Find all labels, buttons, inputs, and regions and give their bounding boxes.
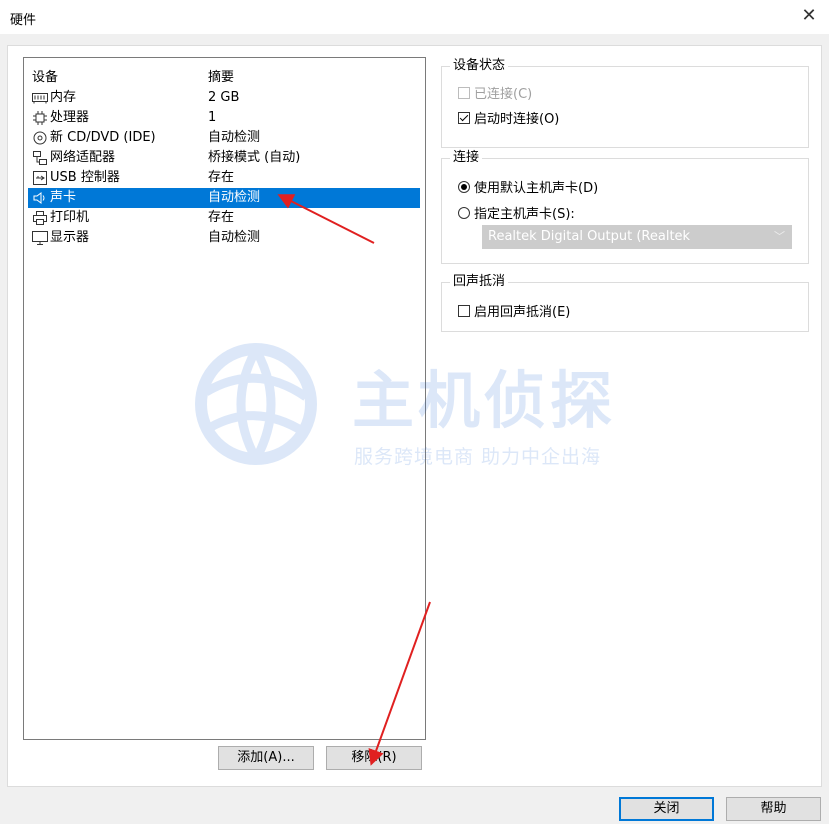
device-row-printer[interactable]: 打印机 存在 bbox=[28, 208, 420, 228]
close-icon[interactable]: ✕ bbox=[797, 4, 821, 28]
device-row-usb-controller[interactable]: USB 控制器 存在 bbox=[28, 168, 420, 188]
device-row-network-adapter[interactable]: 网络适配器 桥接模式 (自动) bbox=[28, 148, 420, 168]
device-row-display[interactable]: 显示器 自动检测 bbox=[28, 228, 420, 248]
use-default-radio-label: 使用默认主机声卡(D) bbox=[474, 181, 599, 196]
device-summary: 自动检测 bbox=[208, 190, 261, 205]
enable-echo-cancel-checkbox[interactable]: 启用回声抵消(E) bbox=[458, 301, 570, 320]
add-button[interactable]: 添加(A)... bbox=[218, 746, 314, 770]
echo-cancel-label: 回声抵消 bbox=[450, 274, 509, 290]
device-row-cd-dvd[interactable]: 新 CD/DVD (IDE) 自动检测 bbox=[28, 128, 420, 148]
list-header: 设备 摘要 bbox=[24, 66, 425, 86]
display-icon bbox=[32, 230, 48, 246]
connected-checkbox-label: 已连接(C) bbox=[474, 87, 533, 102]
device-row-processor[interactable]: 处理器 1 bbox=[28, 108, 420, 128]
network-adapter-icon bbox=[32, 150, 48, 166]
device-status-group: 设备状态 已连接(C) 启动时连接(O) bbox=[441, 58, 809, 148]
column-header-summary[interactable]: 摘要 bbox=[208, 66, 234, 85]
connected-checkbox[interactable]: 已连接(C) bbox=[458, 83, 532, 102]
device-name: 显示器 bbox=[50, 230, 90, 245]
connection-label: 连接 bbox=[450, 150, 483, 166]
printer-icon bbox=[32, 210, 48, 226]
specify-sound-card-radio[interactable]: 指定主机声卡(S): bbox=[458, 203, 575, 222]
device-name: 网络适配器 bbox=[50, 150, 116, 165]
specify-radio-button[interactable] bbox=[458, 206, 470, 219]
enable-echo-cancel-label: 启用回声抵消(E) bbox=[474, 305, 571, 320]
column-header-device[interactable]: 设备 bbox=[32, 66, 58, 85]
usb-icon bbox=[32, 170, 48, 186]
device-list[interactable]: 设备 摘要 内存 2 GB 处理器 1 新 CD/DVD (IDE) 自动检测 … bbox=[23, 57, 426, 740]
device-summary: 桥接模式 (自动) bbox=[208, 150, 301, 165]
device-status-label: 设备状态 bbox=[450, 58, 509, 74]
memory-icon bbox=[32, 90, 48, 106]
sound-card-icon bbox=[32, 190, 48, 206]
help-button[interactable]: 帮助 bbox=[726, 797, 821, 821]
specify-radio-label: 指定主机声卡(S): bbox=[474, 207, 575, 222]
device-name: 处理器 bbox=[50, 110, 90, 125]
close-button[interactable]: 关闭 bbox=[619, 797, 714, 821]
device-summary: 自动检测 bbox=[208, 130, 261, 145]
connected-checkbox-box[interactable] bbox=[458, 86, 470, 99]
device-row-sound-card[interactable]: 声卡 自动检测 bbox=[28, 188, 420, 208]
connection-group: 连接 使用默认主机声卡(D) 指定主机声卡(S): Realtek Digita… bbox=[441, 150, 809, 264]
host-sound-card-select[interactable]: Realtek Digital Output (Realtek ﹀ bbox=[482, 225, 792, 249]
connect-at-power-on-checkbox[interactable]: 启动时连接(O) bbox=[458, 108, 559, 127]
processor-icon bbox=[32, 110, 48, 126]
device-summary: 自动检测 bbox=[208, 230, 261, 245]
device-name: USB 控制器 bbox=[50, 170, 120, 185]
host-sound-card-value: Realtek Digital Output (Realtek bbox=[488, 229, 691, 244]
device-summary: 1 bbox=[208, 110, 217, 125]
use-default-sound-card-radio[interactable]: 使用默认主机声卡(D) bbox=[458, 177, 598, 196]
remove-button[interactable]: 移除(R) bbox=[326, 746, 422, 770]
cd-dvd-icon bbox=[32, 130, 48, 146]
enable-echo-cancel-checkbox-box[interactable] bbox=[458, 304, 470, 317]
title-bar: 硬件 ✕ bbox=[0, 0, 829, 34]
chevron-down-icon: ﹀ bbox=[774, 230, 785, 243]
device-name: 声卡 bbox=[50, 190, 77, 205]
connect-at-power-on-checkbox-box[interactable] bbox=[458, 111, 470, 124]
echo-cancel-group: 回声抵消 启用回声抵消(E) bbox=[441, 274, 809, 332]
device-summary: 2 GB bbox=[208, 90, 240, 105]
window-title: 硬件 bbox=[10, 13, 37, 28]
connect-at-power-on-label: 启动时连接(O) bbox=[474, 112, 560, 127]
device-row-memory[interactable]: 内存 2 GB bbox=[28, 88, 420, 108]
device-summary: 存在 bbox=[208, 170, 235, 185]
device-summary: 存在 bbox=[208, 210, 235, 225]
device-name: 打印机 bbox=[50, 210, 90, 225]
device-name: 新 CD/DVD (IDE) bbox=[50, 130, 156, 145]
device-name: 内存 bbox=[50, 90, 77, 105]
use-default-radio-button[interactable] bbox=[458, 180, 470, 193]
